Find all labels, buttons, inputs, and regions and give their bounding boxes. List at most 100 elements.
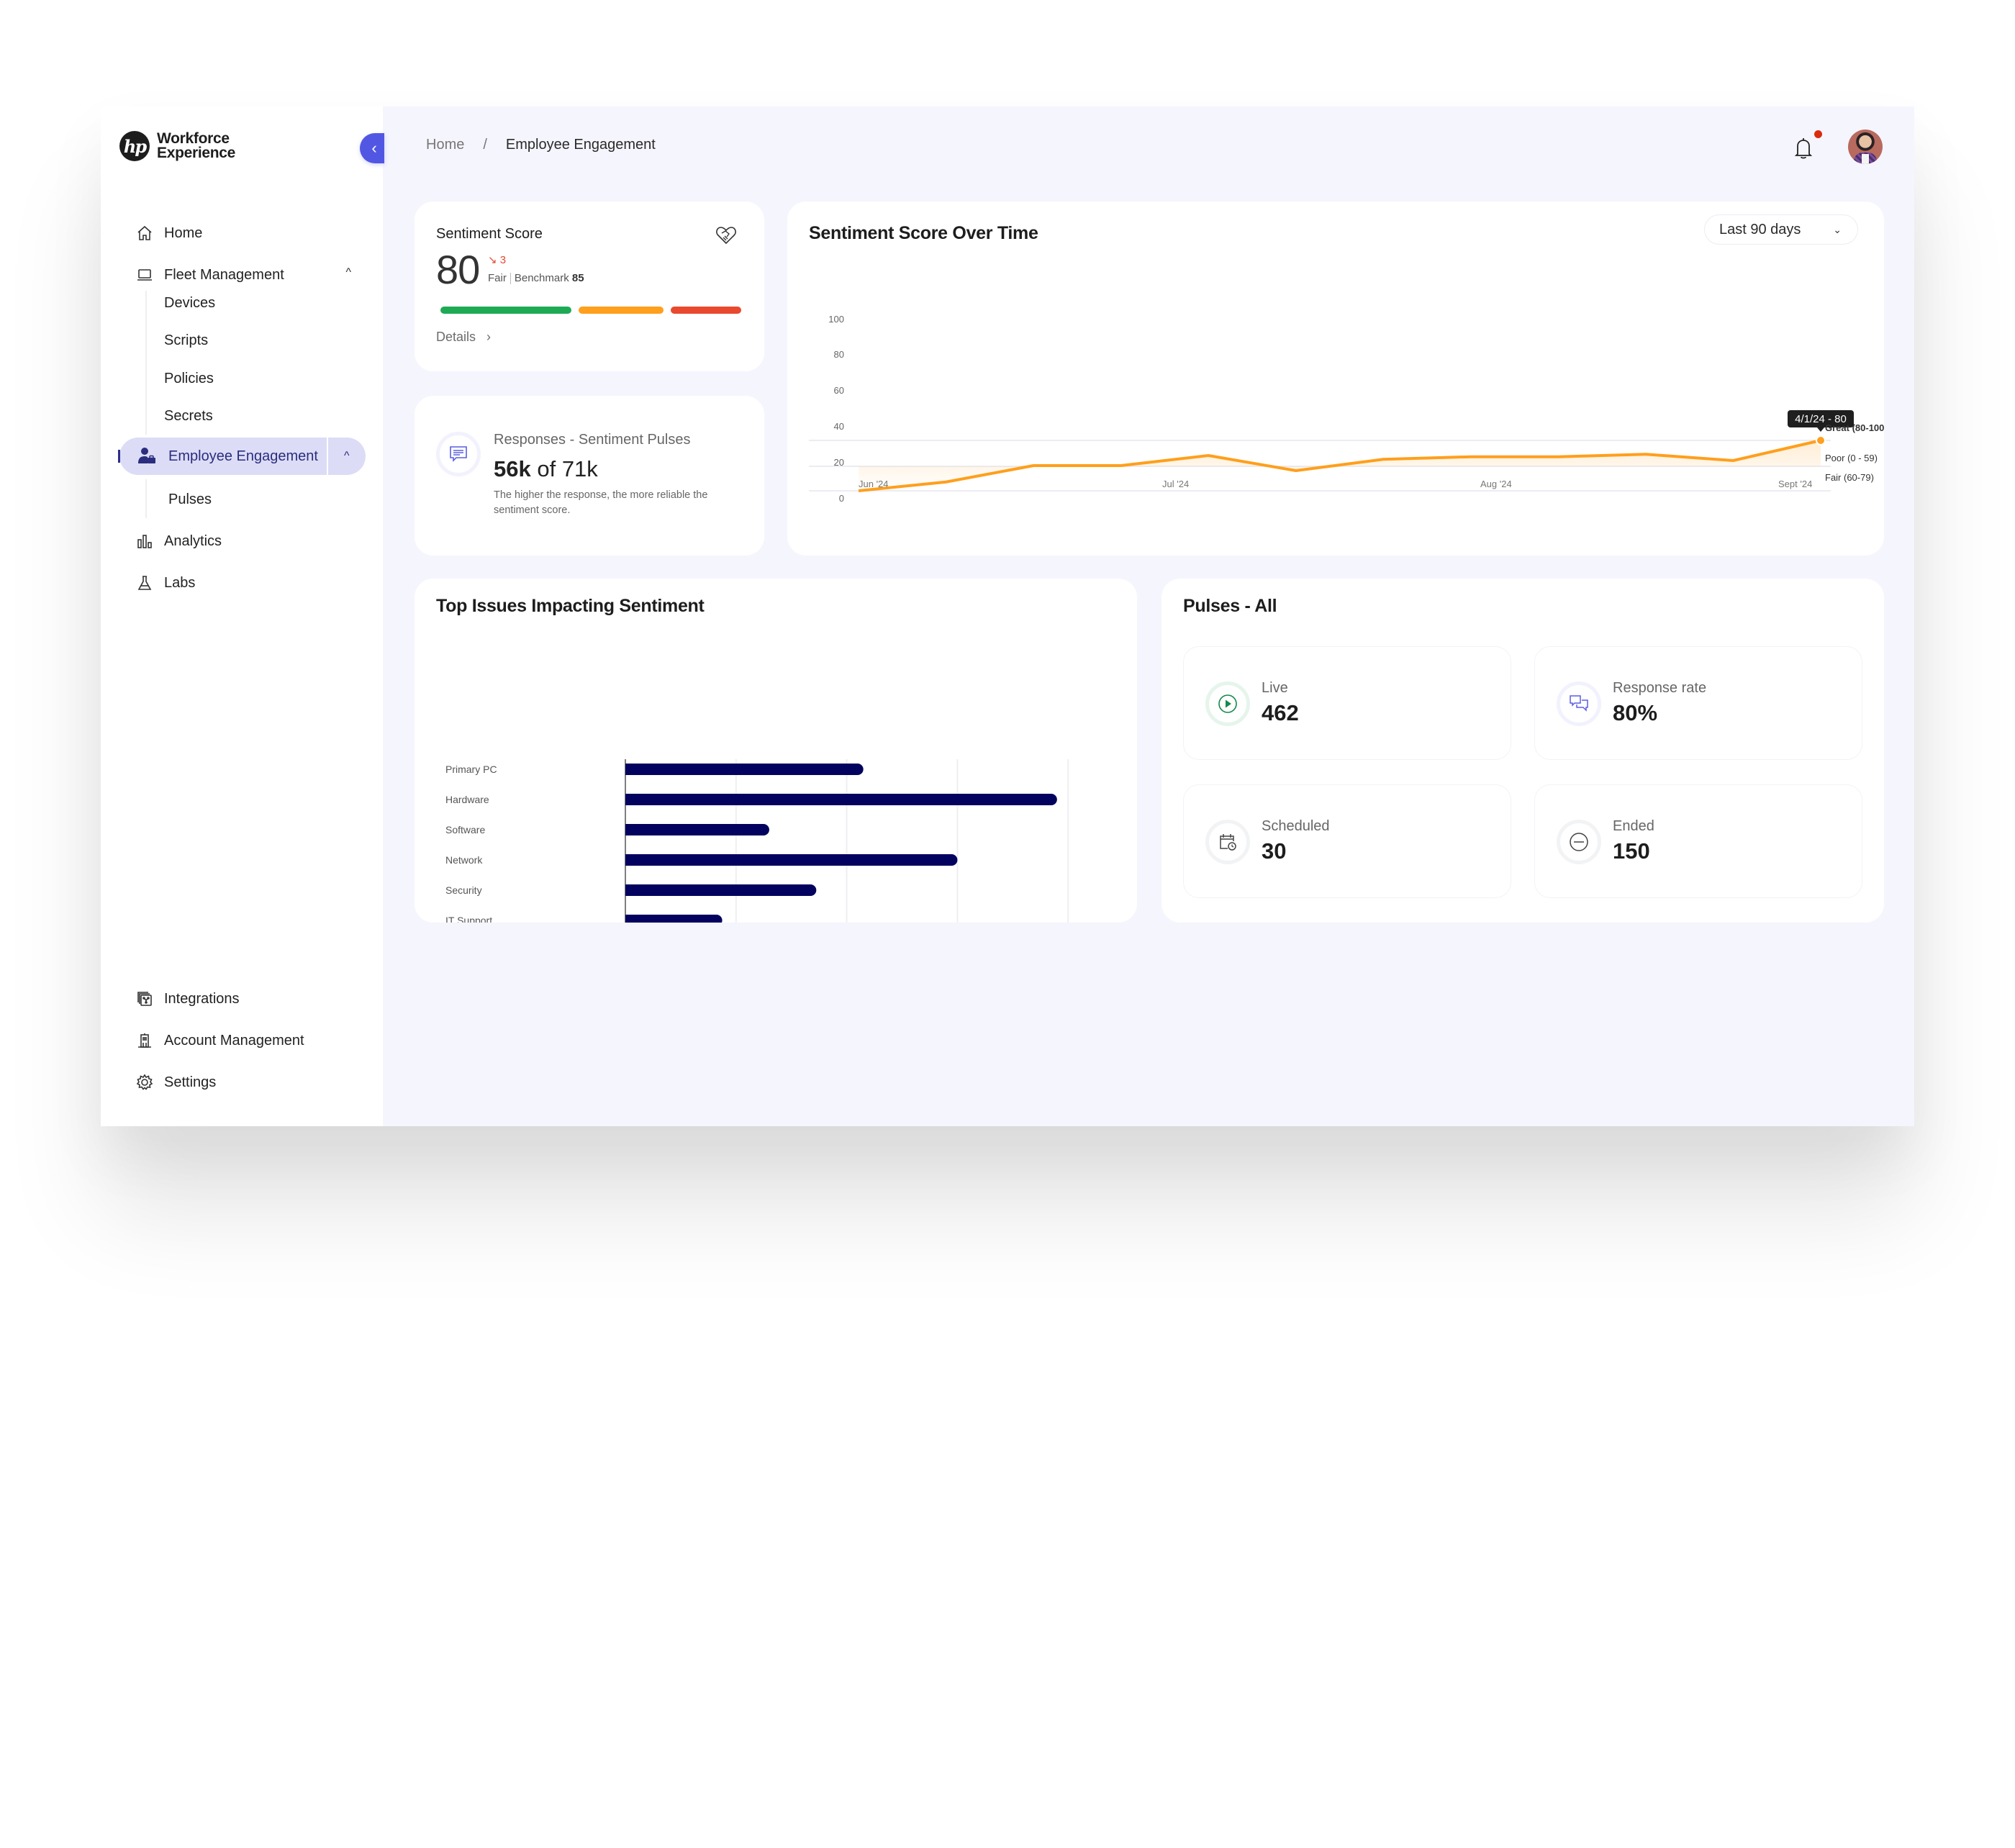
y-tick-label: 0 [839, 493, 844, 504]
sidebar-item-account-management[interactable]: Account Management [135, 1025, 304, 1056]
breadcrumb: Home / Employee Engagement [426, 137, 656, 153]
pulse-tile-response-rate[interactable]: Response rate 80% [1534, 646, 1862, 760]
chevron-up-icon[interactable]: ^ [345, 266, 351, 279]
score-bands [440, 307, 741, 314]
tile-value: 30 [1262, 838, 1287, 864]
sidebar-item-label: Fleet Management [164, 266, 284, 283]
score-meta: Fair Benchmark 85 [488, 272, 584, 285]
benchmark-value: 85 [571, 272, 584, 284]
bar [625, 794, 1057, 805]
sidebar-item-label: Employee Engagement [168, 448, 318, 464]
home-icon [135, 224, 154, 243]
x-tick-label: Sept '24 [1778, 479, 1812, 489]
collapse-sidebar-button[interactable]: ‹ [360, 133, 384, 163]
message-icon [450, 446, 467, 462]
data-point [1816, 435, 1826, 445]
details-link[interactable]: Details › [436, 330, 491, 345]
sentiment-over-time-card: Sentiment Score Over Time Last 90 days ⌄… [787, 201, 1884, 556]
breadcrumb-current: Employee Engagement [505, 137, 656, 153]
pulse-tile-ended[interactable]: Ended 150 [1534, 784, 1862, 898]
sidebar-item-integrations[interactable]: Integrations [135, 983, 240, 1015]
card-title: Pulses - All [1183, 596, 1277, 616]
tile-label: Scheduled [1262, 818, 1330, 834]
pulses-card: Pulses - All Live 462 Response rate 80% … [1162, 579, 1884, 923]
category-label: Primary PC [445, 764, 497, 775]
score-delta: ↘ 3 [488, 254, 507, 266]
bar [625, 915, 723, 923]
bar-square-end [625, 884, 633, 896]
bar-square-end [625, 794, 633, 805]
band-fair [579, 307, 664, 314]
pulse-tile-scheduled[interactable]: Scheduled 30 [1183, 784, 1511, 898]
hp-logo-icon: hp [119, 131, 150, 161]
sidebar-subitem-policies[interactable]: Policies [164, 364, 214, 393]
sidebar-subitem-pulses[interactable]: Pulses [168, 485, 212, 514]
responses-value: 56k of 71k [494, 456, 598, 481]
sidebar-item-settings[interactable]: Settings [135, 1066, 216, 1098]
sidebar-subitem-devices[interactable]: Devices [164, 289, 215, 317]
bar [625, 764, 864, 775]
line-chart: 1008060402004/1/24 - 80Great (80-100)Fai… [809, 314, 1884, 504]
band-poor [671, 307, 741, 314]
top-issues-card: Top Issues Impacting Sentiment 020406080… [415, 579, 1137, 923]
sidebar: hp Workforce Experience ‹ Home Fleet Man… [101, 107, 384, 1126]
bar-square-end [625, 915, 633, 923]
sidebar-subitem-scripts[interactable]: Scripts [164, 326, 208, 355]
sidebar-item-analytics[interactable]: Analytics [135, 525, 222, 557]
chevron-up-icon[interactable]: ^ [344, 450, 350, 463]
tree-line [145, 291, 147, 435]
score-rating: Fair [488, 272, 507, 284]
user-avatar[interactable] [1848, 130, 1883, 164]
pulse-tile-live[interactable]: Live 462 [1183, 646, 1511, 760]
category-label: Security [445, 884, 482, 896]
band-label: Poor (0 - 59) [1825, 453, 1878, 463]
sidebar-item-label: Analytics [164, 533, 222, 549]
calendar-clock-icon [1220, 834, 1236, 851]
bar-square-end [625, 824, 633, 835]
benchmark-label: Benchmark [514, 272, 569, 284]
sidebar-item-fleet-management[interactable]: Fleet Management [135, 259, 351, 291]
category-label: Hardware [445, 794, 489, 805]
tile-label: Response rate [1613, 680, 1707, 696]
employee-icon [137, 446, 157, 466]
card-title: Sentiment Score [436, 226, 543, 242]
notifications-button[interactable] [1792, 135, 1815, 161]
bar-chart-icon [135, 532, 154, 551]
breadcrumb-home[interactable]: Home [426, 137, 464, 153]
sidebar-item-label: Settings [164, 1074, 217, 1090]
x-tick-label: Jun '24 [859, 479, 889, 489]
chevron-right-icon: › [486, 330, 492, 344]
app-window: hp Workforce Experience ‹ Home Fleet Man… [101, 107, 1914, 1126]
sidebar-item-employee-engagement[interactable]: Employee Engagement ^ [118, 438, 366, 475]
category-label: Network [445, 854, 483, 866]
sidebar-item-home[interactable]: Home [135, 217, 202, 249]
bar-square-end [625, 854, 633, 866]
band-label: Great (80-100) [1825, 422, 1884, 433]
chevron-left-icon: ‹ [371, 139, 377, 157]
active-marker [118, 450, 120, 463]
sentiment-score-value: 80 [436, 247, 480, 292]
tooltip-arrow [1817, 427, 1824, 432]
chat-bubbles-icon [1570, 695, 1588, 712]
responses-description: The higher the response, the more reliab… [494, 489, 708, 516]
heart-handshake-icon [716, 227, 736, 245]
y-tick-label: 40 [834, 421, 844, 432]
bar [625, 884, 817, 896]
tile-label: Ended [1613, 818, 1654, 834]
x-tick-label: Jul '24 [1162, 479, 1189, 489]
responses-card: Responses - Sentiment Pulses 56k of 71k … [415, 396, 764, 556]
sidebar-subitem-secrets[interactable]: Secrets [164, 402, 213, 430]
x-tick-label: Aug '24 [1480, 479, 1512, 489]
category-label: Software [445, 824, 485, 835]
band-label: Fair (60-79) [1825, 472, 1874, 483]
integrations-icon [135, 989, 154, 1008]
sidebar-item-label: Home [164, 225, 203, 241]
y-tick-label: 80 [834, 349, 844, 360]
responses-label: Responses - Sentiment Pulses [494, 432, 691, 448]
sidebar-item-labs[interactable]: Labs [135, 567, 195, 599]
sidebar-item-label: Account Management [164, 1032, 304, 1048]
bar-chart: 020406080100Primary PCHardwareSoftwareNe… [445, 759, 1069, 923]
brand-logo[interactable]: hp Workforce Experience [119, 131, 235, 161]
bell-icon [1794, 138, 1813, 159]
play-icon [1218, 694, 1237, 713]
